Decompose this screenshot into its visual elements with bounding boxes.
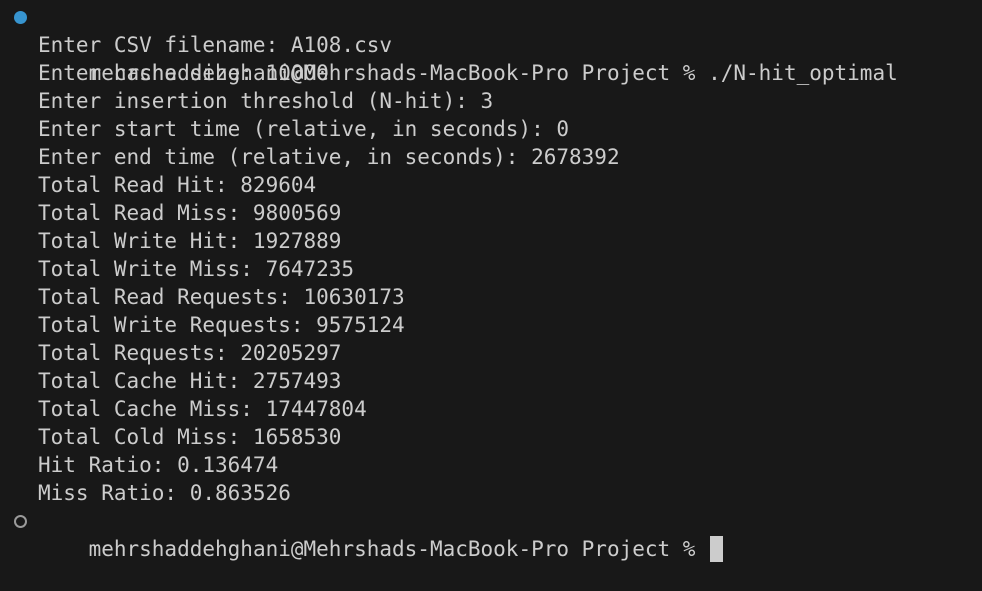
text-cursor[interactable] [710,536,724,562]
command-line: mehrshaddehghani@Mehrshads-MacBook-Pro P… [0,3,982,85]
output-line: Enter end time (relative, in seconds): 2… [38,145,620,169]
terminal-output[interactable]: mehrshaddehghani@Mehrshads-MacBook-Pro P… [0,3,982,562]
output-line: Total Cold Miss: 1658530 [38,425,342,449]
output-line: Hit Ratio: 0.136474 [38,453,279,477]
output-line: Total Write Requests: 9575124 [38,313,405,337]
output-line: Total Cache Miss: 17447804 [38,397,367,421]
output-line: Total Read Miss: 9800569 [38,201,342,225]
output-line: Total Read Requests: 10630173 [38,285,405,309]
output-line: Miss Ratio: 0.863526 [38,481,291,505]
output-line: Enter CSV filename: A108.csv [38,33,393,57]
output-line: Total Read Hit: 829604 [38,173,317,197]
output-line: Enter insertion threshold (N-hit): 3 [38,89,494,113]
output-line: Total Requests: 20205297 [38,341,342,365]
output-line: Total Write Miss: 7647235 [38,257,355,281]
active-prompt-line[interactable]: mehrshaddehghani@Mehrshads-MacBook-Pro P… [0,507,982,562]
output-line: Enter cache size: 10000 [38,61,329,85]
output-line: Total Write Hit: 1927889 [38,229,342,253]
command-status-dot-icon[interactable] [14,11,27,24]
prompt-status-dot-icon[interactable] [14,515,27,528]
output-line: Total Cache Hit: 2757493 [38,369,342,393]
prompt-text: mehrshaddehghani@Mehrshads-MacBook-Pro P… [88,537,709,561]
output-line: Enter start time (relative, in seconds):… [38,117,570,141]
